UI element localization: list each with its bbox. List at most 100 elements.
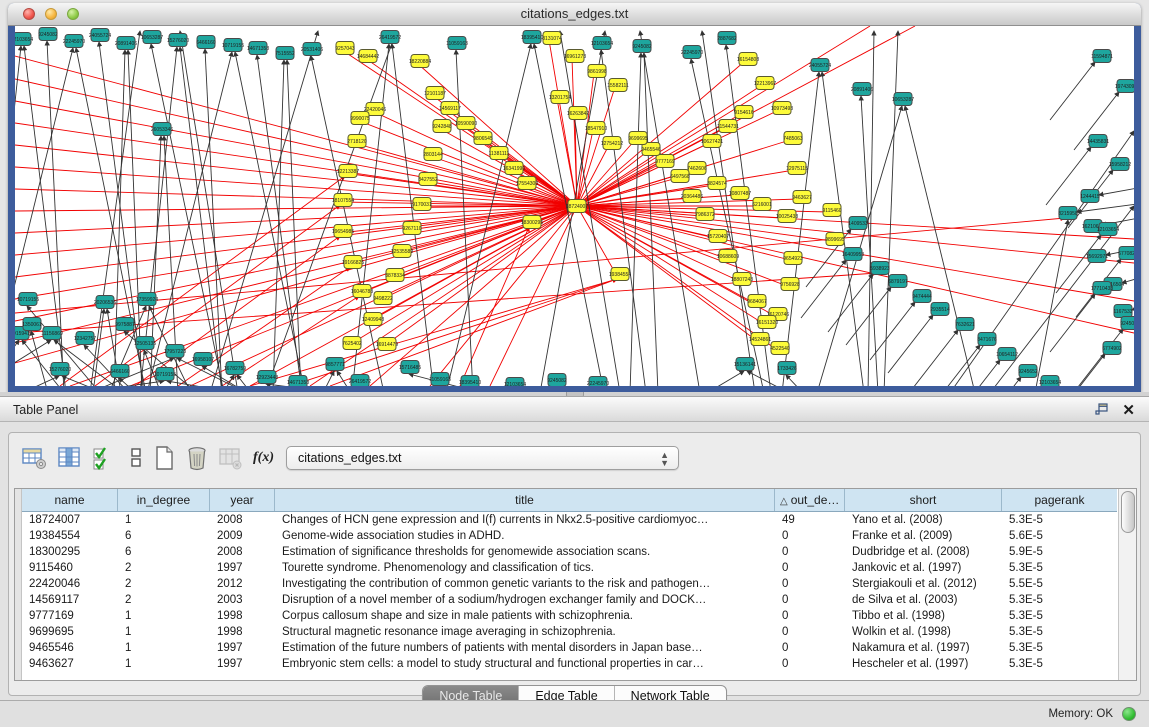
table-row[interactable]: 969969511998Structural magnetic resonanc…: [22, 624, 1117, 640]
graph-node[interactable]: 12409948: [362, 313, 384, 326]
graph-node[interactable]: 11381111: [489, 147, 510, 160]
graph-node[interactable]: 9245652: [1018, 365, 1038, 378]
graph-node[interactable]: 8215958: [1058, 207, 1078, 220]
graph-node[interactable]: 10653287: [892, 93, 914, 106]
graph-node[interactable]: 1409533: [848, 217, 868, 230]
graph-node[interactable]: 10627421: [701, 135, 723, 148]
graph-node[interactable]: 18300295: [521, 216, 543, 229]
graph-node[interactable]: 18107554: [332, 194, 354, 207]
graph-node[interactable]: 10688609: [717, 250, 739, 263]
graph-node[interactable]: 15958212: [1109, 158, 1131, 171]
graph-node[interactable]: 6216001: [752, 198, 772, 211]
graph-node[interactable]: 9474444: [912, 290, 932, 303]
graph-node[interactable]: 9245082: [38, 28, 58, 41]
graph-node[interactable]: 8131074: [542, 32, 562, 45]
graph-node[interactable]: 12754212: [601, 137, 623, 150]
graph-node[interactable]: 6497568: [670, 170, 690, 183]
graph-node[interactable]: 10590090: [455, 117, 477, 130]
graph-node[interactable]: 9245082: [1120, 317, 1134, 330]
graph-node[interactable]: 4522540: [770, 342, 790, 355]
graph-node[interactable]: 9899695: [825, 233, 845, 246]
graph-node[interactable]: 7485063: [783, 132, 803, 145]
graph-node[interactable]: 9684067: [747, 295, 767, 308]
table-row[interactable]: 2242004622012Investigating the contribut…: [22, 576, 1117, 592]
graph-node[interactable]: 14671358: [247, 42, 269, 55]
graph-node[interactable]: 18395410: [521, 31, 543, 44]
graph-node[interactable]: 14524861: [749, 333, 771, 346]
table-row[interactable]: 977716911998Corpus callosum shape and si…: [22, 608, 1117, 624]
table-row[interactable]: 1830029562008Estimation of significance …: [22, 544, 1117, 560]
graph-node[interactable]: 20364486: [681, 190, 703, 203]
table-row[interactable]: 1938455462009Genome-wide association stu…: [22, 528, 1117, 544]
graph-node[interactable]: 9170031: [412, 198, 432, 211]
graph-node[interactable]: 10653287: [141, 31, 163, 44]
graph-node[interactable]: 6774902: [1102, 342, 1122, 355]
graph-node[interactable]: 11544731: [717, 120, 739, 133]
graph-node[interactable]: 7986372: [695, 208, 715, 221]
graph-node[interactable]: 17957223: [164, 345, 186, 358]
graph-node[interactable]: 9115460: [822, 204, 841, 217]
graph-node[interactable]: 26419572: [349, 375, 371, 387]
graph-node[interactable]: 11156869: [41, 327, 63, 340]
graph-node[interactable]: 14671358: [287, 376, 309, 387]
network-canvas[interactable]: 1872400716154808122139671097349374850631…: [15, 26, 1134, 386]
graph-node[interactable]: 9777169: [655, 155, 675, 168]
column-header-short[interactable]: short: [845, 489, 1002, 511]
graph-node[interactable]: 12975115: [786, 162, 808, 175]
graph-node[interactable]: 16958107: [192, 353, 214, 366]
graph-node[interactable]: 24055724: [89, 29, 111, 42]
graph-node[interactable]: 20891406: [851, 83, 873, 96]
graph-node[interactable]: 16154808: [737, 53, 759, 66]
citation-network-graph[interactable]: 1872400716154808122139671097349374850631…: [15, 26, 1134, 386]
graph-node[interactable]: 12505135: [134, 337, 156, 350]
graph-node[interactable]: 10654112: [996, 348, 1018, 361]
graph-node[interactable]: 6466160: [110, 365, 130, 378]
graph-node[interactable]: 9245082: [632, 40, 652, 53]
table-settings-icon[interactable]: [21, 445, 47, 471]
table-scrollbar-thumb[interactable]: [1121, 491, 1135, 533]
table-row[interactable]: 946554611997Estimation of the future num…: [22, 640, 1117, 656]
graph-node[interactable]: 18807243: [731, 273, 753, 286]
column-header-in-degree[interactable]: in_degree: [118, 489, 210, 511]
graph-node[interactable]: 1350061: [22, 318, 42, 331]
graph-node[interactable]: 8427552: [418, 173, 438, 186]
graph-node[interactable]: 9245082: [547, 374, 567, 387]
float-panel-icon[interactable]: [1095, 403, 1109, 416]
graph-node[interactable]: 10807487: [729, 187, 751, 200]
new-file-icon[interactable]: [151, 445, 177, 471]
select-columns-icon[interactable]: [91, 445, 117, 471]
graph-node[interactable]: 10973493: [771, 102, 793, 115]
graph-node[interactable]: 14435831: [1087, 135, 1109, 148]
table-row[interactable]: 1872400712008Changes of HCN gene express…: [22, 512, 1117, 528]
graph-node[interactable]: 22245970: [681, 46, 703, 59]
graph-node[interactable]: 8471676: [977, 333, 997, 346]
graph-node[interactable]: 12923448: [256, 371, 278, 384]
graph-node[interactable]: 22245970: [63, 35, 85, 48]
graph-node[interactable]: 9242848: [432, 120, 452, 133]
graph-node[interactable]: 22245970: [587, 377, 609, 387]
graph-node[interactable]: 15692971: [1086, 250, 1108, 263]
graph-node[interactable]: 16782759: [224, 362, 246, 375]
graph-node[interactable]: 12103654: [1097, 223, 1119, 236]
graph-node[interactable]: 9756928: [780, 278, 800, 291]
graph-node[interactable]: 18220884: [409, 55, 431, 68]
graph-node[interactable]: 15582111: [607, 79, 629, 92]
graph-node[interactable]: 16341990: [503, 162, 525, 175]
graph-node[interactable]: 11594871: [1091, 50, 1113, 63]
graph-node[interactable]: 7625402: [342, 337, 362, 350]
graph-node[interactable]: 9463627: [792, 191, 812, 204]
graph-node[interactable]: 16409953: [842, 248, 864, 261]
graph-node[interactable]: 7462606: [687, 162, 707, 175]
graph-node[interactable]: 10719155: [222, 39, 244, 52]
graph-node[interactable]: 7632621: [955, 318, 975, 331]
window-title-bar[interactable]: citations_edges.txt: [8, 3, 1141, 26]
graph-node[interactable]: 12535589: [391, 245, 413, 258]
graph-node[interactable]: 12103654: [591, 37, 613, 50]
memory-ok-indicator[interactable]: [1122, 707, 1136, 721]
graph-node[interactable]: 16961273: [564, 50, 586, 63]
graph-node[interactable]: 17710433: [1091, 282, 1113, 295]
graph-node[interactable]: 9257043: [335, 42, 355, 55]
graph-node[interactable]: 19166825: [342, 256, 364, 269]
graph-node[interactable]: 2887682: [717, 32, 737, 45]
graph-node[interactable]: 13201754: [549, 91, 571, 104]
